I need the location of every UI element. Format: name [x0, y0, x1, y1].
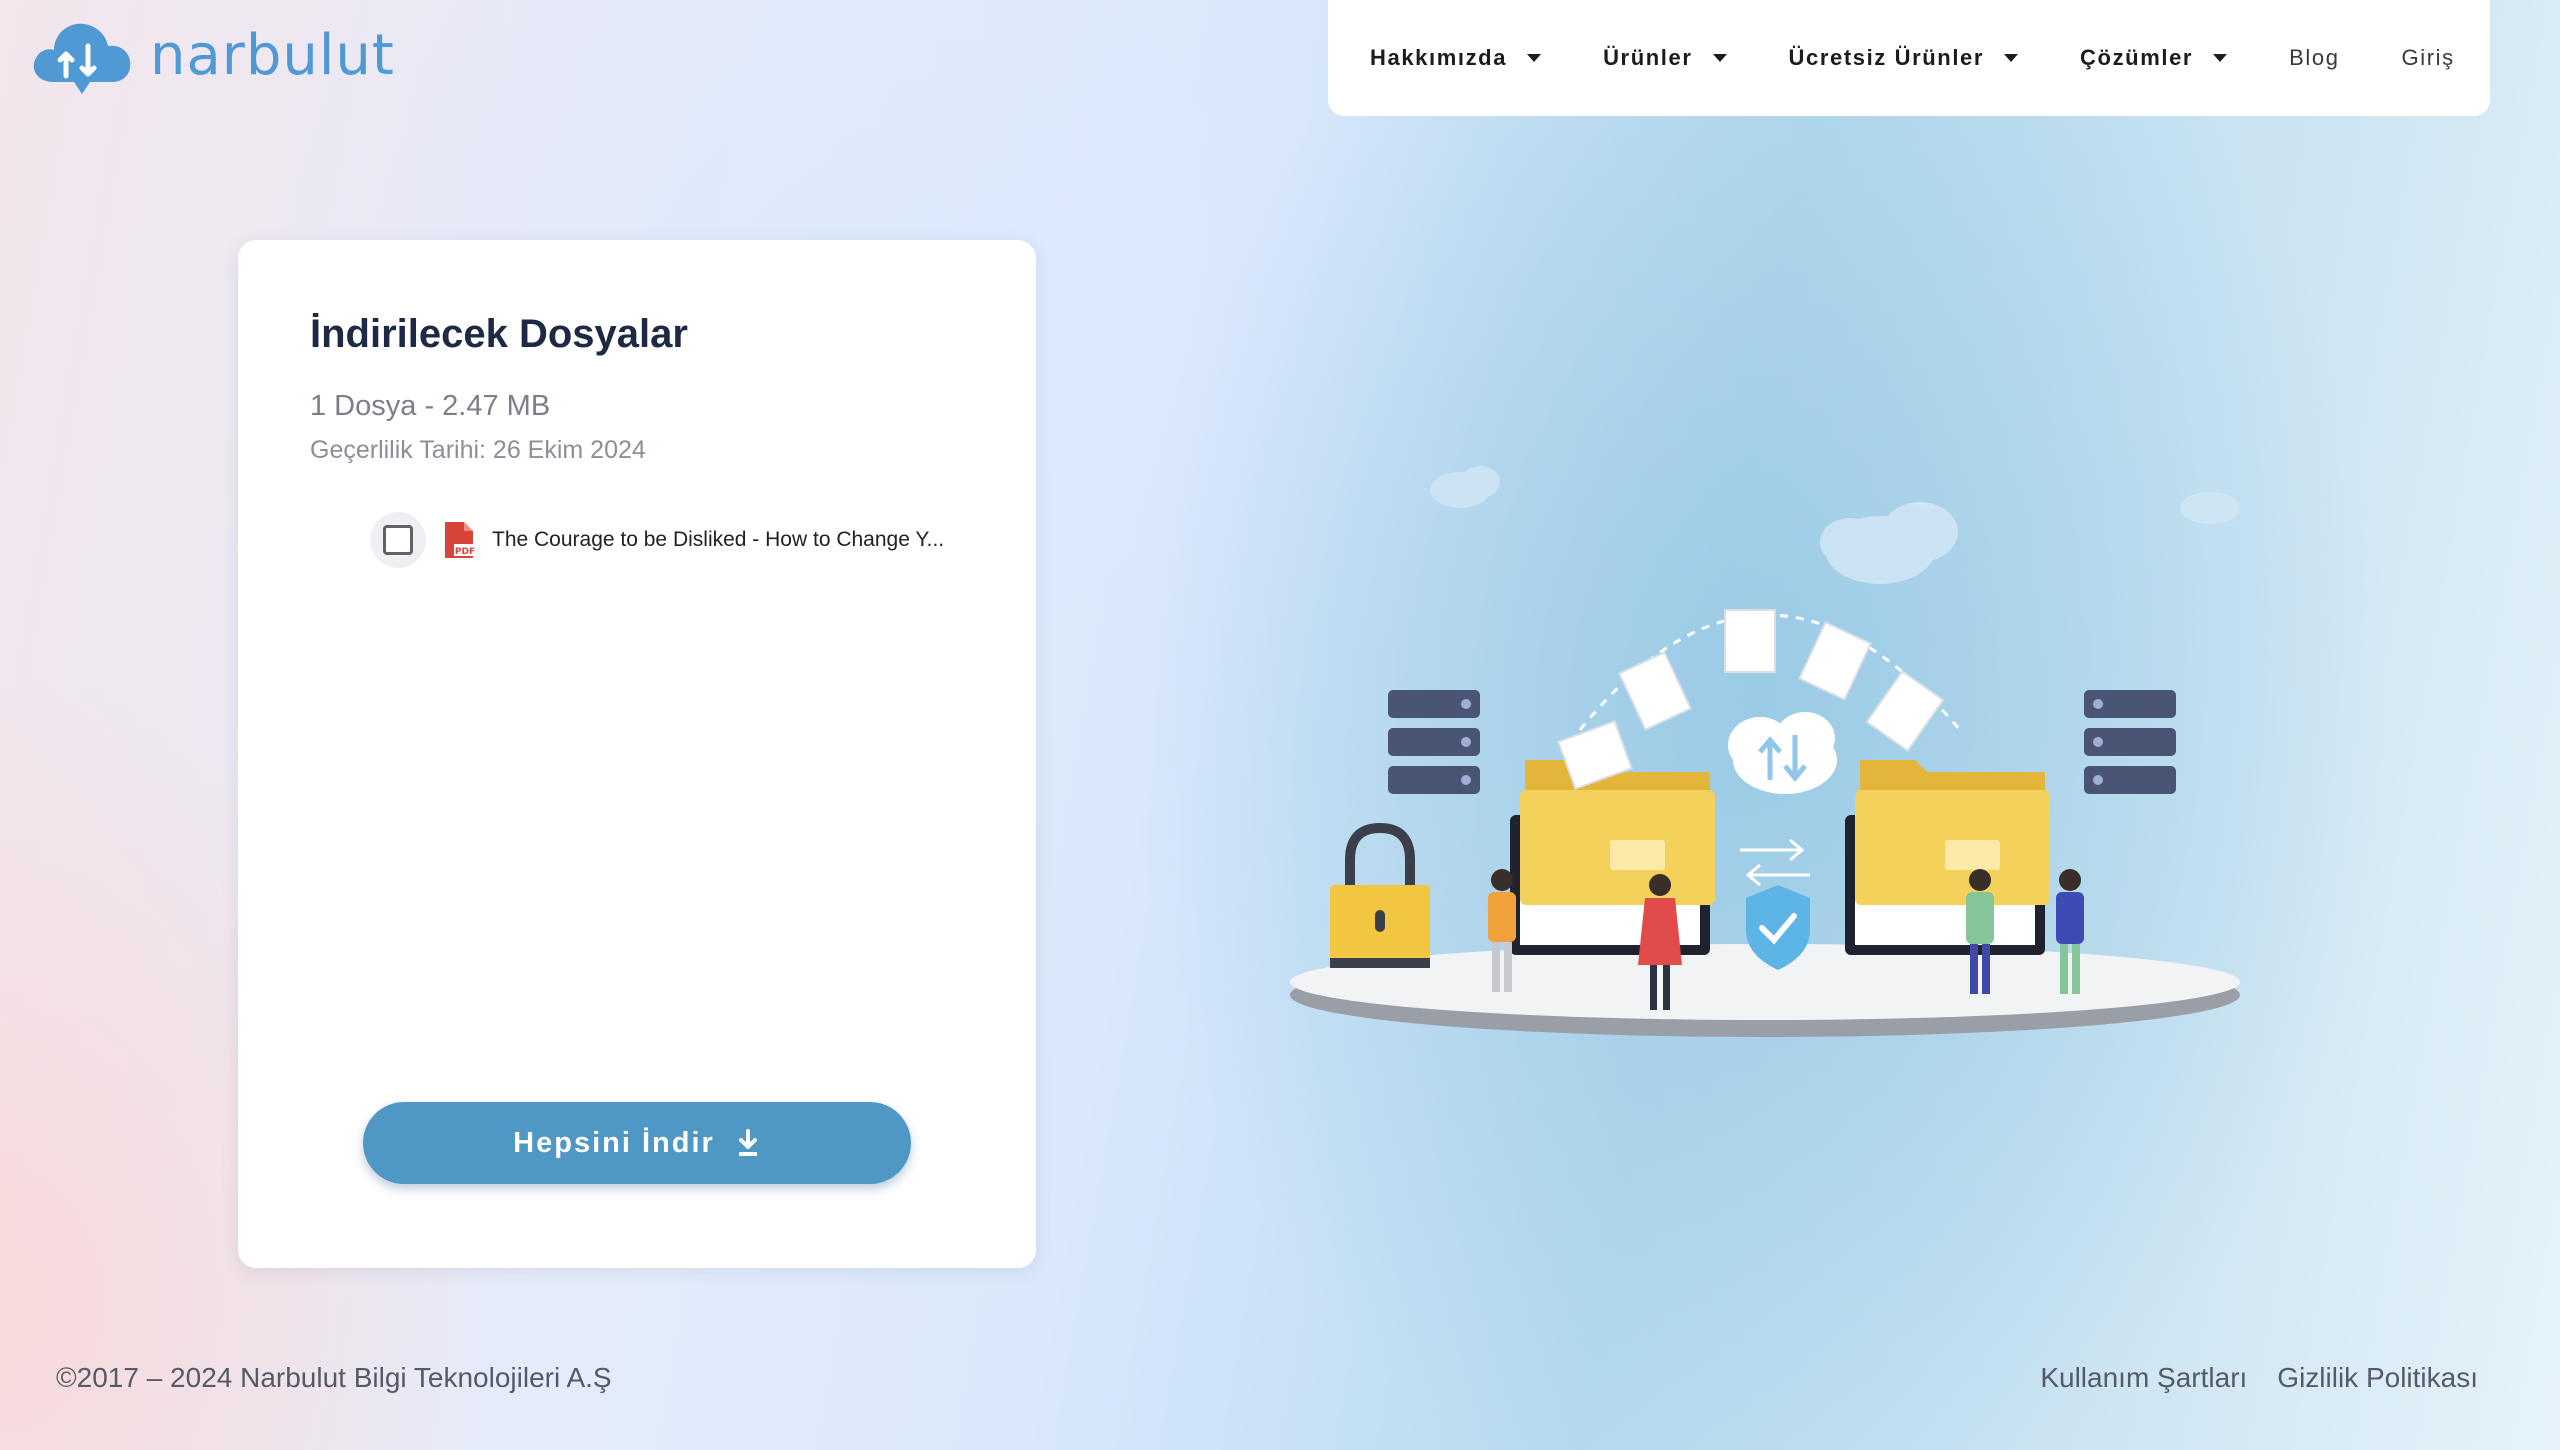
nav-item-giris[interactable]: Giriş	[2402, 45, 2455, 71]
brand-logo[interactable]: narbulut	[26, 12, 395, 104]
nav-item-label: Hakkımızda	[1370, 45, 1508, 70]
card-title: İndirilecek Dosyalar	[310, 312, 688, 356]
download-all-label: Hepsini İndir	[513, 1126, 715, 1159]
svg-text:PDF: PDF	[455, 547, 475, 557]
checkbox-box	[383, 525, 413, 555]
file-summary: 1 Dosya - 2.47 MB	[310, 390, 551, 422]
nav-item-label: Ücretsiz Ürünler	[1788, 45, 1985, 70]
nav-item-blog[interactable]: Blog	[2289, 45, 2339, 71]
nav-item-label: Giriş	[2401, 45, 2455, 70]
nav-item-urunler[interactable]: Ürünler	[1603, 45, 1727, 71]
file-checkbox[interactable]	[370, 512, 426, 568]
pdf-icon: PDF	[445, 522, 476, 558]
cloud-logo-icon	[33, 23, 131, 94]
caret-down-icon	[2004, 54, 2019, 62]
brand-name: narbulut	[150, 22, 395, 88]
caret-down-icon	[2213, 54, 2228, 62]
padlock-icon	[1330, 822, 1430, 968]
caret-down-icon	[1712, 54, 1727, 62]
download-all-button[interactable]: Hepsini İndir	[363, 1102, 911, 1184]
caret-down-icon	[1527, 54, 1542, 62]
nav-item-label: Çözümler	[2080, 45, 2194, 70]
top-nav: Hakkımızda Ürünler Ücretsiz Ürünler Çözü…	[1328, 0, 2490, 116]
footer-copyright: ©2017 – 2024 Narbulut Bilgi Teknolojiler…	[56, 1362, 612, 1393]
nav-item-label: Blog	[2289, 45, 2340, 70]
nav-item-label: Ürünler	[1603, 45, 1693, 70]
privacy-link[interactable]: Gizlilik Politikası	[2277, 1362, 2478, 1394]
download-icon	[738, 1129, 757, 1156]
file-sharing-illustration	[1290, 466, 2240, 1037]
download-card: İndirilecek Dosyalar 1 Dosya - 2.47 MB G…	[238, 240, 1036, 1268]
footer-links: Kullanım Şartları Gizlilik Politikası	[2040, 1362, 2478, 1394]
terms-link[interactable]: Kullanım Şartları	[2040, 1362, 2247, 1394]
file-name: The Courage to be Disliked - How to Chan…	[492, 528, 945, 551]
nav-item-cozumler[interactable]: Çözümler	[2080, 45, 2228, 71]
expiry-date: Geçerlilik Tarihi: 26 Ekim 2024	[310, 436, 646, 464]
nav-item-ucretsiz-urunler[interactable]: Ücretsiz Ürünler	[1789, 45, 2019, 71]
cloud-sync-icon	[1728, 712, 1837, 794]
file-list-item[interactable]: PDF The Courage to be Disliked - How to …	[370, 512, 970, 568]
nav-item-hakkimizda[interactable]: Hakkımızda	[1370, 45, 1542, 71]
cloud-icon	[1430, 466, 2240, 584]
